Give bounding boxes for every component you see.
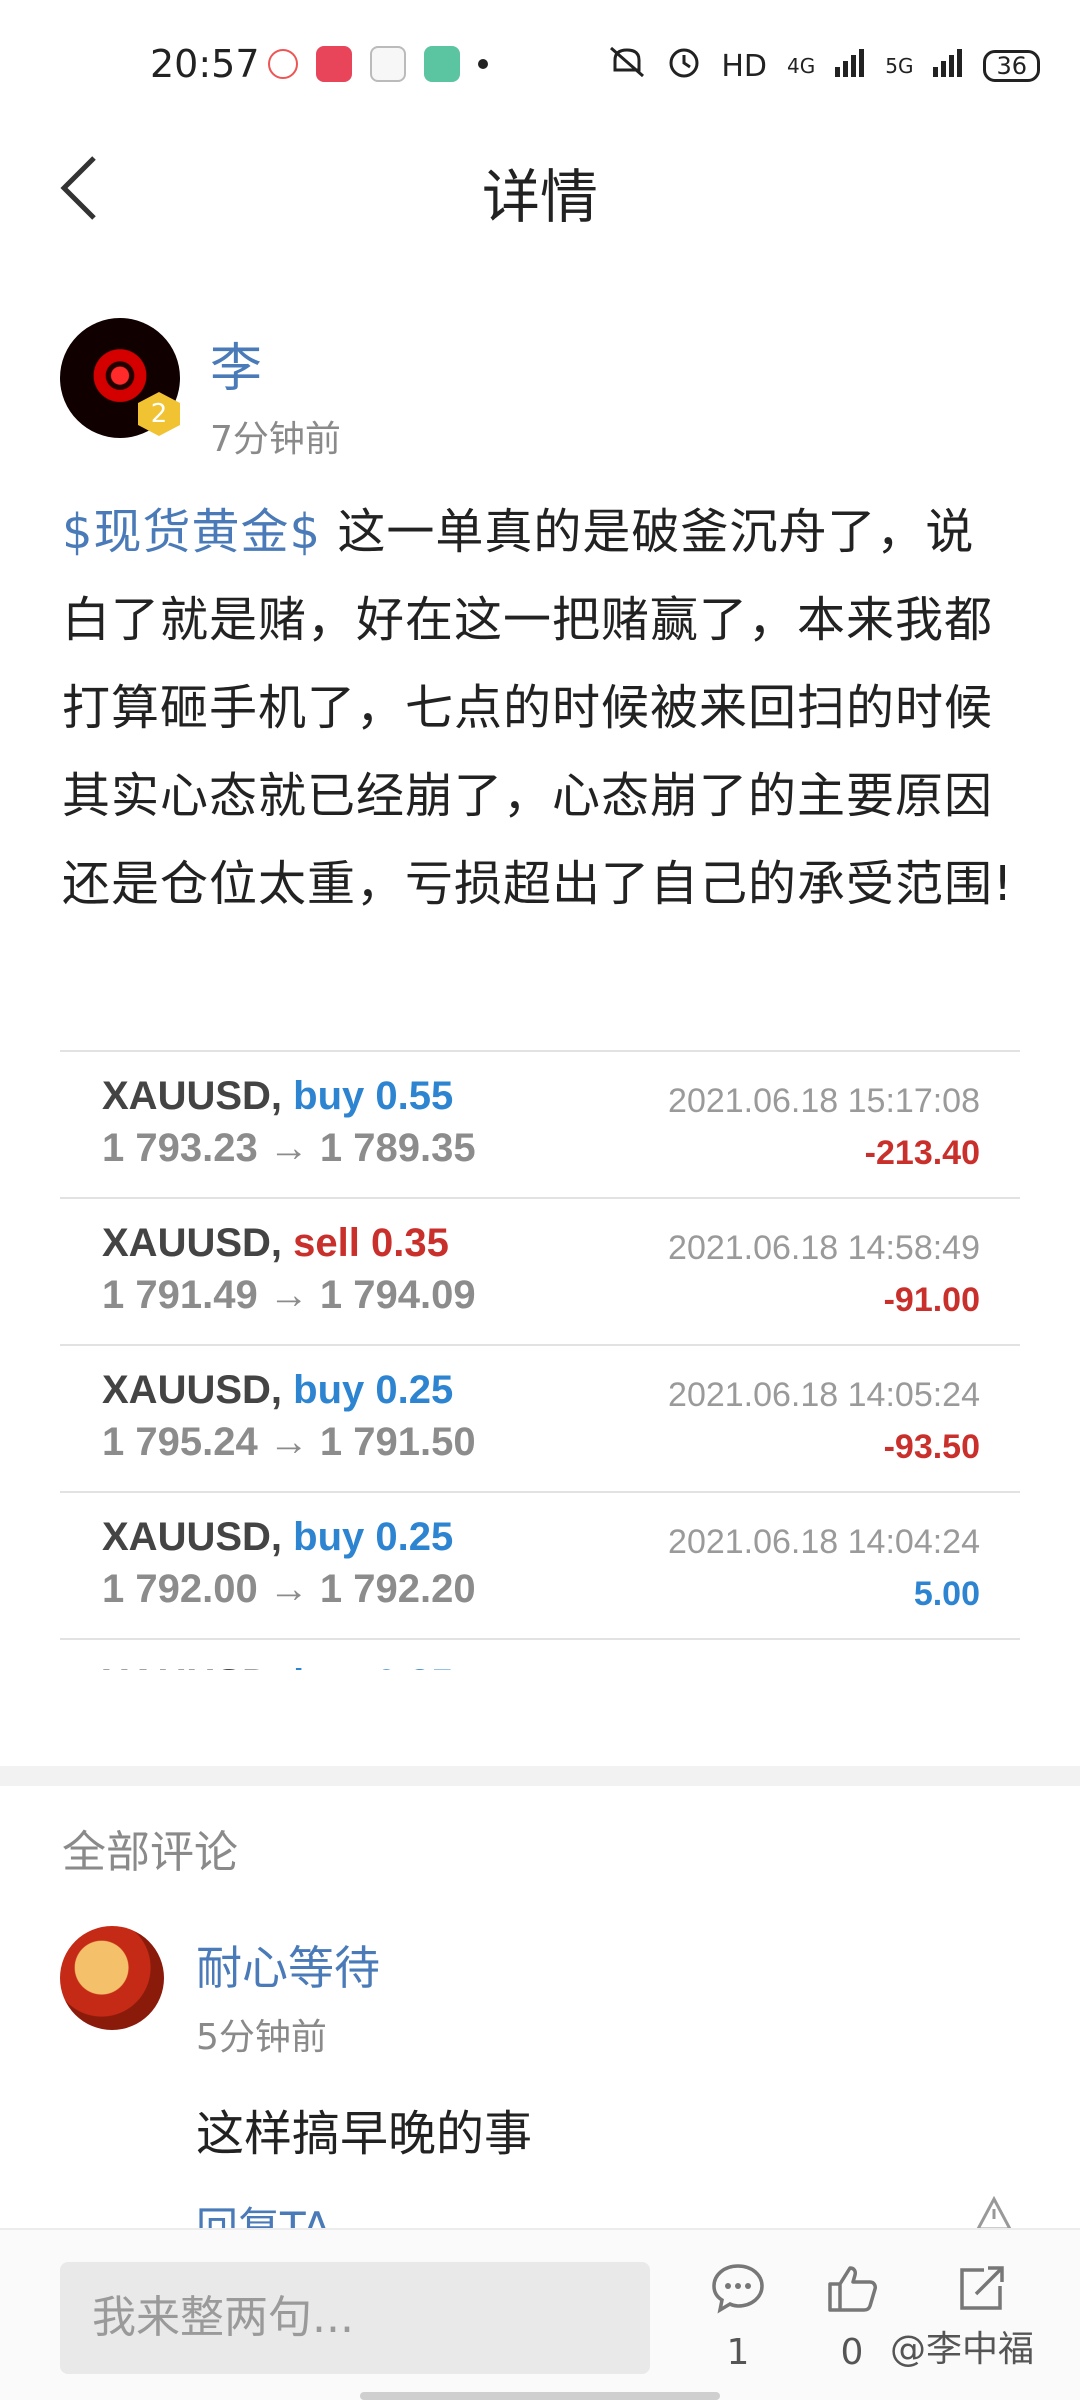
trade-prices: 1 791.49 → 1 794.09 bbox=[102, 1273, 476, 1317]
trade-row: XAUUSD, buy 0.25 1 792.00 → 1 792.20 202… bbox=[60, 1493, 1020, 1640]
shopping-app-icon bbox=[316, 46, 352, 82]
trade-datetime: 2021.06.18 14:58:49 bbox=[668, 1229, 980, 1267]
trade-prices: 1 795.24 → 1 791.50 bbox=[102, 1420, 476, 1464]
trade-datetime: 2021.06.18 15:17:08 bbox=[668, 1082, 980, 1120]
trade-symbol: XAUUSD, bbox=[102, 1368, 283, 1412]
game-app-icon bbox=[370, 46, 406, 82]
trade-row: XAUUSD, buy 0.25 1 795.24 → 1 791.50 202… bbox=[60, 1346, 1020, 1493]
section-divider bbox=[0, 1766, 1080, 1786]
post-time: 7分钟前 bbox=[210, 419, 341, 460]
alarm-icon bbox=[667, 45, 701, 87]
post-topic-tag[interactable]: $现货黄金$ bbox=[62, 504, 321, 560]
trade-side: buy 0.25 bbox=[293, 1368, 454, 1412]
comment-time: 5分钟前 bbox=[196, 2017, 327, 2058]
status-bar: 20:57 HD 4G 5G 36 bbox=[0, 0, 1080, 130]
signal-4g-label: 4G bbox=[786, 54, 816, 78]
trade-symbol: XAUUSD, bbox=[102, 1515, 283, 1559]
comment-avatar[interactable] bbox=[60, 1926, 164, 2030]
hd-label: HD bbox=[721, 48, 767, 84]
trade-side: sell 0.35 bbox=[293, 1221, 449, 1265]
trade-history-list[interactable]: XAUUSD, buy 0.55 1 793.23 → 1 789.35 202… bbox=[60, 1050, 1020, 1670]
like-button[interactable]: 0 bbox=[812, 2262, 892, 2382]
trade-profit: -91.00 bbox=[883, 1281, 980, 1319]
comment-input[interactable]: 我来整两句... bbox=[60, 2262, 650, 2374]
header: 详情 bbox=[0, 130, 1080, 240]
trade-row: XAUUSD, buy 0.25 bbox=[60, 1640, 1020, 1670]
more-notifications-icon bbox=[478, 59, 488, 69]
status-indicators: HD 4G 5G 36 bbox=[607, 44, 1040, 88]
comments-title: 全部评论 bbox=[62, 1827, 238, 1878]
thumbs-up-icon bbox=[828, 2266, 877, 2312]
trade-side: buy 0.55 bbox=[293, 1074, 454, 1118]
trade-datetime: 2021.06.18 14:05:24 bbox=[668, 1376, 980, 1414]
notification-icons bbox=[268, 46, 488, 82]
trade-profit: 5.00 bbox=[913, 1575, 980, 1613]
trade-profit: -93.50 bbox=[883, 1428, 980, 1466]
comment-author[interactable]: 耐心等待 bbox=[196, 1932, 380, 1998]
map-app-icon bbox=[268, 49, 298, 79]
trade-row: XAUUSD, buy 0.55 1 793.23 → 1 789.35 202… bbox=[60, 1052, 1020, 1199]
report-button[interactable] bbox=[976, 2196, 1012, 2228]
trade-side: buy 0.25 bbox=[293, 1662, 453, 1670]
comment-count: 1 bbox=[726, 2332, 750, 2373]
trade-datetime: 2021.06.18 14:04:24 bbox=[668, 1523, 980, 1561]
home-indicator[interactable] bbox=[360, 2392, 720, 2400]
signal-5g-label: 5G bbox=[885, 54, 914, 78]
status-time: 20:57 bbox=[150, 42, 260, 86]
trade-symbol: XAUUSD, bbox=[102, 1221, 283, 1265]
trade-row: XAUUSD, sell 0.35 1 791.49 → 1 794.09 20… bbox=[60, 1199, 1020, 1346]
page-title: 详情 bbox=[481, 163, 598, 231]
comment-button[interactable]: 1 bbox=[698, 2262, 778, 2382]
signal-bars-icon bbox=[835, 47, 865, 85]
bottom-action-bar: 我来整两句... 1 0 @李中福 bbox=[0, 2228, 1080, 2400]
share-icon bbox=[960, 2266, 1004, 2310]
reply-link[interactable]: 回复TA bbox=[196, 2194, 331, 2228]
post-text: 这一单真的是破釜沉舟了，说白了就是赌，好在这一把赌赢了，本来我都打算砸手机了，七… bbox=[62, 504, 1014, 912]
warning-icon bbox=[976, 2196, 1012, 2228]
comment-text: 这样搞早晚的事 bbox=[196, 2106, 533, 2162]
post-body: $现货黄金$ 这一单真的是破釜沉舟了，说白了就是赌，好在这一把赌赢了，本来我都打… bbox=[62, 488, 1022, 928]
notes-app-icon bbox=[424, 46, 460, 82]
trade-symbol: XAUUSD, bbox=[102, 1074, 283, 1118]
battery-icon: 36 bbox=[983, 50, 1040, 82]
trade-symbol: XAUUSD, bbox=[102, 1662, 282, 1670]
trade-prices: 1 792.00 → 1 792.20 bbox=[102, 1567, 476, 1611]
mute-icon bbox=[607, 44, 647, 88]
trade-profit: -213.40 bbox=[864, 1134, 980, 1172]
signal-bars-2-icon bbox=[933, 47, 963, 85]
watermark: @李中福 bbox=[890, 2329, 1035, 2370]
comment-bubble-icon bbox=[712, 2264, 764, 2314]
trade-side: buy 0.25 bbox=[293, 1515, 454, 1559]
like-count: 0 bbox=[840, 2332, 864, 2373]
post-author-name[interactable]: 李 bbox=[210, 326, 262, 401]
trade-prices: 1 793.23 → 1 789.35 bbox=[102, 1126, 476, 1170]
